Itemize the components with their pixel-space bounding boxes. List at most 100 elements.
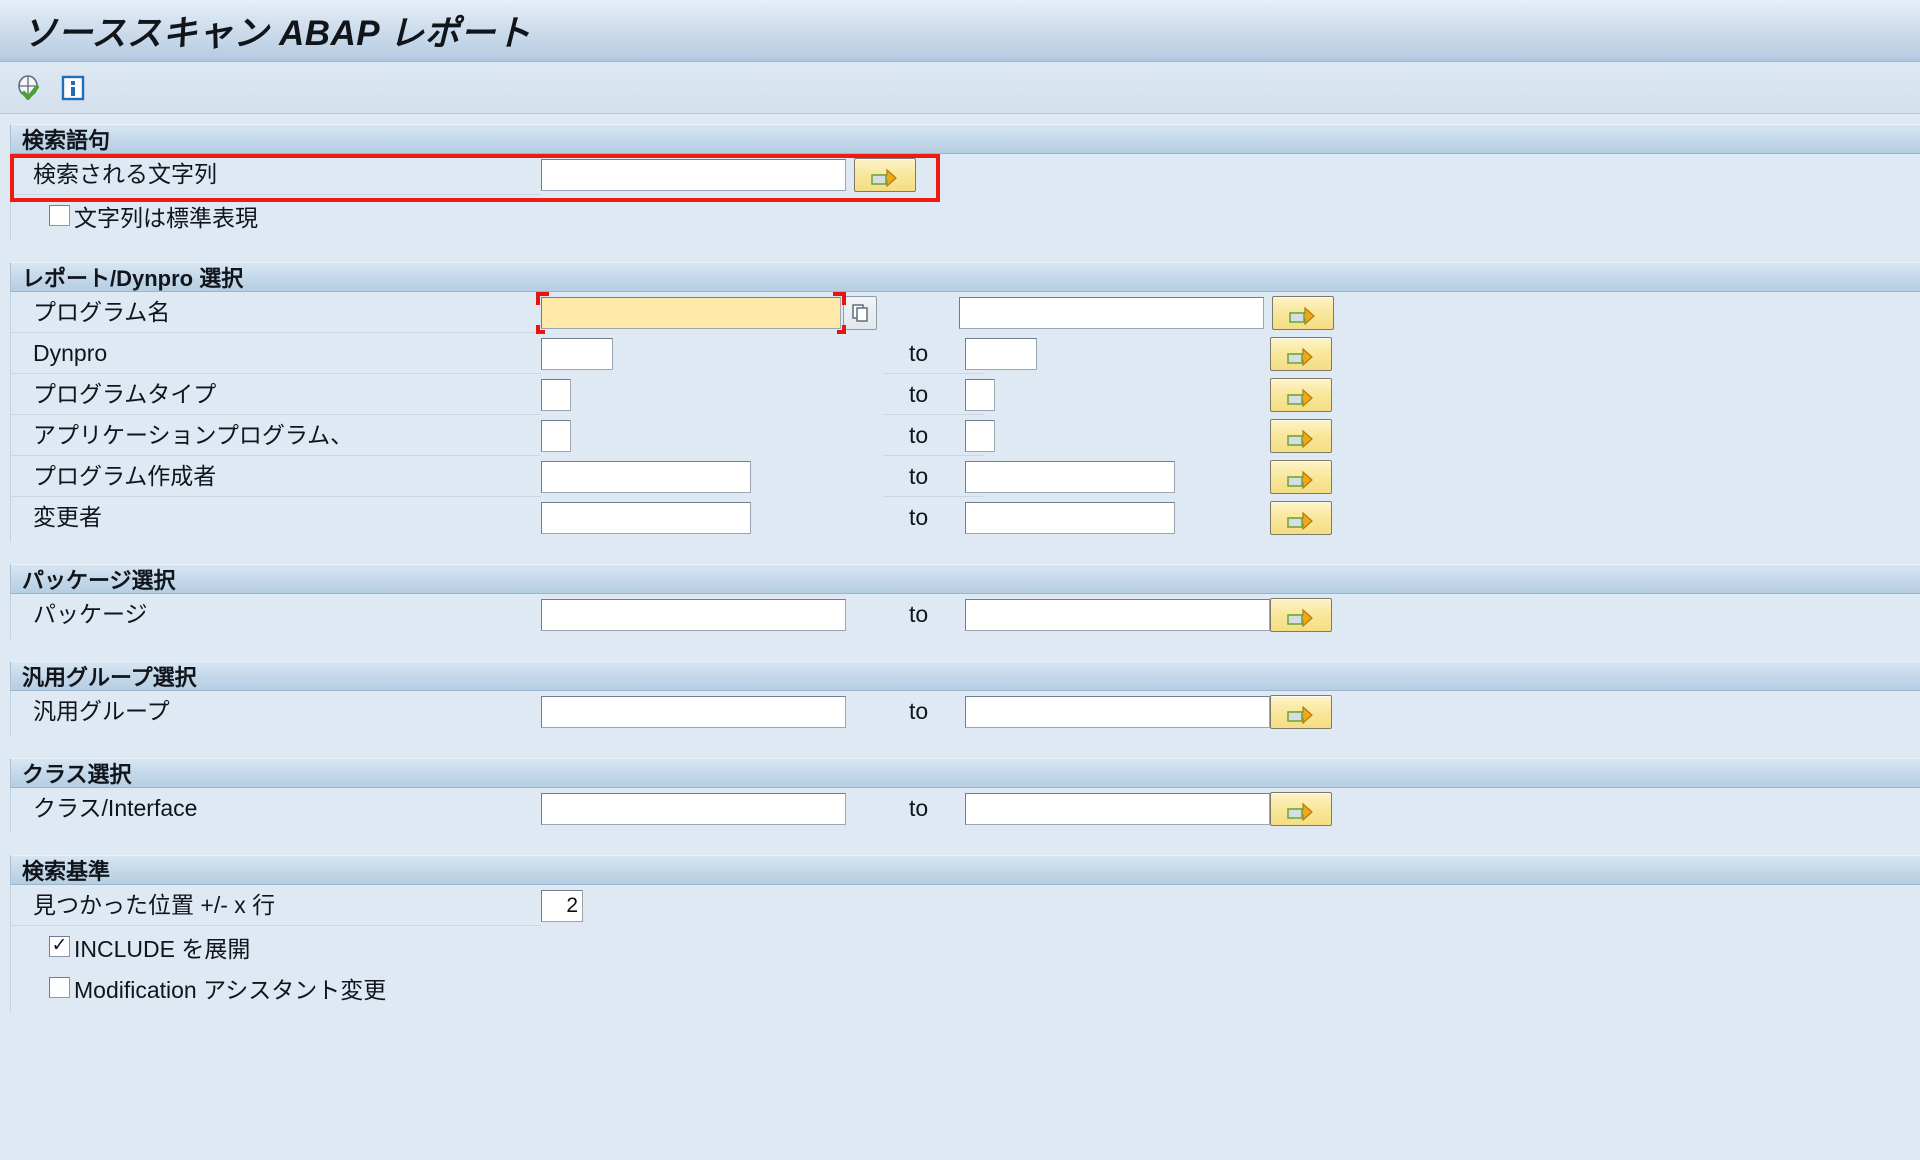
selection-screen: 検索語句 検索される文字列 文字列は標準表現 レポート/Dynpro 選択 プロ…: [0, 114, 1920, 1012]
focus-indicator-program-name: [536, 291, 846, 334]
multi-select-button-dynpro[interactable]: [1270, 336, 1332, 371]
multi-select-button-changed-by[interactable]: [1270, 500, 1332, 535]
application-program-label: アプリケーションプログラム、: [11, 415, 541, 456]
section-class: クラス選択 クラス/Interface to: [0, 758, 1920, 833]
program-type-label: プログラムタイプ: [11, 374, 541, 415]
package-from-input[interactable]: [541, 598, 846, 631]
program-name-to-input[interactable]: [959, 296, 1264, 329]
program-type-from-input[interactable]: [541, 378, 571, 411]
dynpro-label: Dynpro: [11, 333, 541, 374]
section-body-class: クラス/Interface to: [10, 788, 1920, 833]
search-string-label: 検索される文字列: [11, 154, 541, 195]
section-title: 汎用グループ選択: [22, 665, 197, 690]
section-header-class: クラス選択: [10, 758, 1920, 788]
application-program-to-input[interactable]: [965, 419, 995, 452]
package-from-cell: [541, 598, 883, 631]
regex-checkbox-label: 文字列は標準表現: [74, 204, 258, 231]
changed-by-from-input[interactable]: [541, 501, 751, 534]
context-lines-cell: [541, 889, 583, 922]
row-program-type: プログラムタイプ to: [11, 374, 1920, 415]
multi-select-button-program-name[interactable]: [1272, 295, 1334, 330]
class-from-input[interactable]: [541, 792, 846, 825]
multi-select-button-application-program[interactable]: [1270, 418, 1332, 453]
section-search-terms: 検索語句 検索される文字列 文字列は標準表現: [0, 124, 1920, 240]
multi-select-button-program-type[interactable]: [1270, 377, 1332, 412]
section-title: クラス選択: [22, 762, 132, 787]
row-program-name: プログラム名 to: [11, 291, 1920, 334]
modification-assistant-label: Modification アシスタント変更: [74, 976, 387, 1003]
regex-checkbox[interactable]: [49, 205, 70, 226]
value-help-button-program-name[interactable]: [843, 295, 877, 330]
context-lines-label: 見つかった位置 +/- x 行: [11, 885, 541, 926]
application-program-to-cell: [965, 419, 1270, 452]
dynpro-to-cell: [965, 337, 1270, 370]
info-icon[interactable]: [56, 71, 90, 105]
expand-include-label: INCLUDE を展開: [74, 935, 251, 962]
changed-by-to-cell: [965, 501, 1270, 534]
section-header-search-terms: 検索語句: [10, 124, 1920, 154]
row-modification-assistant: Modification アシスタント変更: [11, 967, 1920, 1008]
package-to-input[interactable]: [965, 598, 1270, 631]
program-name-from-input[interactable]: [541, 296, 841, 329]
section-package: パッケージ選択 パッケージ to: [0, 564, 1920, 639]
function-group-from-cell: [541, 695, 883, 728]
program-author-label: プログラム作成者: [11, 456, 541, 497]
row-package: パッケージ to: [11, 594, 1920, 635]
section-body-package: パッケージ to: [10, 594, 1920, 639]
program-author-from-cell: [541, 460, 883, 493]
program-name-to-cell: [959, 295, 1334, 330]
section-title: 検索語句: [22, 128, 111, 153]
package-to-cell: [965, 598, 1270, 631]
program-author-to-cell: [965, 460, 1270, 493]
program-type-to-input[interactable]: [965, 378, 995, 411]
application-toolbar: [0, 62, 1920, 114]
multi-select-button-class[interactable]: [1270, 791, 1332, 826]
function-group-label: 汎用グループ: [33, 698, 170, 724]
section-body-search-criteria: 見つかった位置 +/- x 行 INCLUDE を展開 Modification…: [10, 885, 1920, 1012]
dynpro-to-input[interactable]: [965, 337, 1037, 370]
section-title: パッケージ選択: [22, 568, 176, 593]
expand-include-checkbox[interactable]: [49, 936, 70, 957]
section-header-package: パッケージ選択: [10, 564, 1920, 594]
class-label: クラス/Interface: [33, 795, 198, 821]
search-string-input[interactable]: [541, 158, 846, 191]
section-header-search-criteria: 検索基準: [10, 855, 1920, 885]
section-body-report-dynpro: プログラム名 to: [10, 291, 1920, 542]
program-name-label: プログラム名: [11, 292, 541, 333]
row-dynpro: Dynpro to: [11, 333, 1920, 374]
changed-by-to-input[interactable]: [965, 501, 1175, 534]
class-to-input[interactable]: [965, 792, 1270, 825]
function-group-from-input[interactable]: [541, 695, 846, 728]
row-regex-checkbox: 文字列は標準表現: [11, 195, 1920, 236]
function-group-to-input[interactable]: [965, 695, 1270, 728]
application-program-from-input[interactable]: [541, 419, 571, 452]
multi-select-button-search-string[interactable]: [854, 157, 916, 192]
row-application-program: アプリケーションプログラム、 to: [11, 415, 1920, 456]
section-search-criteria: 検索基準 見つかった位置 +/- x 行 INCLUDE を展開 Modific…: [0, 855, 1920, 1012]
row-program-author: プログラム作成者 to: [11, 456, 1920, 497]
modification-assistant-checkbox[interactable]: [49, 977, 70, 998]
execute-icon[interactable]: [12, 71, 46, 105]
section-header-report-dynpro: レポート/Dynpro 選択: [10, 262, 1920, 292]
section-function-group: 汎用グループ選択 汎用グループ to: [0, 661, 1920, 736]
multi-select-button-package[interactable]: [1270, 597, 1332, 632]
multi-select-button-function-group[interactable]: [1270, 694, 1332, 729]
package-label: パッケージ: [33, 601, 148, 627]
program-author-to-input[interactable]: [965, 460, 1175, 493]
section-body-search-terms: 検索される文字列 文字列は標準表現: [10, 154, 1920, 240]
dynpro-from-cell: [541, 337, 883, 370]
multi-select-button-program-author[interactable]: [1270, 459, 1332, 494]
program-author-from-input[interactable]: [541, 460, 751, 493]
row-changed-by: 変更者 to: [11, 497, 1920, 538]
section-title: レポート/Dynpro 選択: [22, 266, 244, 291]
program-type-from-cell: [541, 378, 883, 411]
context-lines-input[interactable]: [541, 889, 583, 922]
row-expand-include: INCLUDE を展開: [11, 926, 1920, 967]
row-class: クラス/Interface to: [11, 788, 1920, 829]
changed-by-label: 変更者: [33, 504, 102, 530]
dynpro-from-input[interactable]: [541, 337, 613, 370]
changed-by-from-cell: [541, 501, 883, 534]
